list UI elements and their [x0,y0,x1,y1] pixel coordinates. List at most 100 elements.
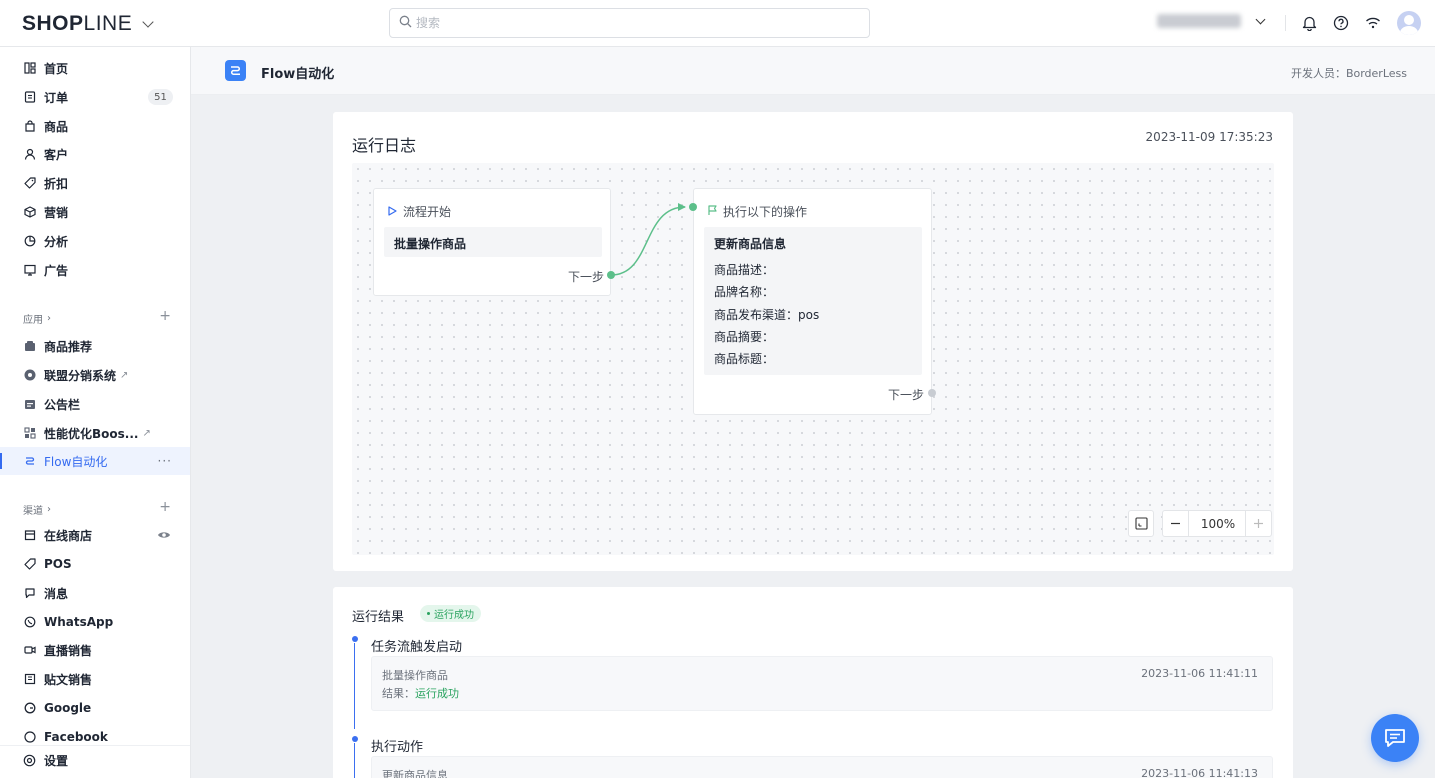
next-step-label: 下一步 [888,388,925,402]
sidebar-item-label: 折扣 [44,176,69,191]
step-time: 2023-11-06 11:41:13 [1141,767,1258,778]
more-options-icon[interactable]: ··· [158,454,172,468]
run-log-card: 运行日志 2023-11-09 17:35:23 流程开始 批量操作商品 下一步… [333,112,1293,571]
run-log-title: 运行日志 [352,136,417,155]
sidebar-item-whatsapp[interactable]: WhatsApp [0,608,190,636]
sidebar-item-label: 营销 [44,205,69,220]
avatar[interactable] [1397,11,1421,35]
flag-icon [708,204,717,219]
step-result: 结果：运行成功 [382,685,459,701]
node-body-title: 更新商品信息 [714,237,787,251]
affiliate-icon [23,369,36,382]
sidebar-item-label: 商品 [44,119,69,134]
sidebar-item-post-sales[interactable]: 贴文销售 [0,665,190,693]
timeline-step-title: 任务流触发启动 [371,640,463,655]
shopline-logo[interactable]: SHOPLINE [22,12,154,36]
developer-info: 开发人员：BorderLess [1290,67,1407,80]
flow-action-node[interactable]: 执行以下的操作 更新商品信息 商品描述： 品牌名称： 商品发布渠道：pos 商品… [693,188,932,415]
chevron-right-icon: › [47,504,51,515]
node-header: 执行以下的操作 [708,203,807,220]
sidebar-item-label: Flow自动化 [44,454,108,469]
google-icon [23,702,36,715]
sidebar-item-ads[interactable]: 广告 [0,256,190,284]
whatsapp-icon [23,616,36,629]
fit-view-button[interactable] [1128,510,1154,537]
sidebar-item-online-store[interactable]: 在线商店 [0,521,190,549]
sidebar-item-messages[interactable]: 消息 [0,579,190,607]
help-icon[interactable] [1331,13,1351,33]
sidebar-item-label: 性能优化Boos... [44,426,139,441]
field-summary: 商品摘要： [714,330,775,344]
add-channel-icon[interactable]: + [159,499,171,515]
sidebar-item-discounts[interactable]: 折扣 [0,169,190,197]
top-bar: SHOPLINE [0,0,1435,47]
bag-icon [23,120,36,133]
sidebar-item-analytics[interactable]: 分析 [0,227,190,255]
sidebar-item-affiliate[interactable]: 联盟分销系统 ↗ [0,361,190,389]
sidebar-item-label: 公告栏 [44,397,81,412]
sidebar-item-label: 分析 [44,234,69,249]
user-icon [23,148,36,161]
output-port[interactable] [607,271,615,279]
sidebar-item-label: Google [44,701,92,715]
performance-icon [23,427,36,440]
sidebar-item-pos[interactable]: POS [0,550,190,578]
run-result-title: 运行结果 [352,610,405,625]
sidebar-item-products[interactable]: 商品 [0,112,190,140]
search-input[interactable] [416,16,836,30]
store-name-blurred [1157,14,1241,28]
order-count-badge: 51 [148,89,173,105]
eye-icon[interactable] [157,529,171,543]
sidebar-item-label: 直播销售 [44,643,93,658]
flow-canvas[interactable]: 流程开始 批量操作商品 下一步 执行以下的操作 更新商品信息 商品描述： 品牌名… [352,163,1274,555]
flow-app-icon [225,60,246,81]
sidebar-item-performance[interactable]: 性能优化Boos... ↗ [0,419,190,447]
run-log-timestamp: 2023-11-09 17:35:23 [1145,130,1273,144]
sidebar-item-marketing[interactable]: 营销 [0,198,190,226]
sidebar-item-label: 首页 [44,61,69,76]
chevron-down-icon [142,16,154,28]
chat-button[interactable] [1371,714,1419,762]
sidebar-item-home[interactable]: 首页 [0,54,190,82]
marketing-icon [23,206,36,219]
search-icon [399,15,412,31]
store-switcher[interactable] [1157,14,1266,28]
step-name: 更新商品信息 [382,769,448,778]
field-brand: 品牌名称： [714,285,775,299]
timeline-dot [352,736,358,742]
zoom-in-button[interactable] [1245,511,1271,536]
apps-section-title[interactable]: 应用 › [23,311,51,326]
add-app-icon[interactable]: + [159,308,171,324]
order-icon [23,91,36,104]
search-box[interactable] [389,8,870,38]
sidebar-item-orders[interactable]: 订单 51 [0,83,190,111]
flow-start-node[interactable]: 流程开始 批量操作商品 下一步 [373,188,611,296]
post-icon [23,673,36,686]
facebook-icon [23,731,36,744]
timeline-line [354,643,355,729]
sidebar-item-product-recommend[interactable]: 商品推荐 [0,332,190,360]
chevron-down-icon [1255,14,1266,25]
section-label: 应用 [23,315,43,326]
node-body: 更新商品信息 商品描述： 品牌名称： 商品发布渠道：pos 商品摘要： 商品标题… [704,227,922,375]
wifi-icon[interactable] [1363,13,1383,33]
message-icon [23,587,36,600]
sidebar-item-live-sales[interactable]: 直播销售 [0,636,190,664]
sidebar-item-google[interactable]: Google [0,694,190,722]
sidebar-item-label: Facebook [44,730,108,744]
step-time: 2023-11-06 11:41:11 [1141,667,1258,680]
channels-section-title[interactable]: 渠道 › [23,502,51,517]
sidebar-item-label: 设置 [44,753,69,768]
input-port[interactable] [689,203,697,211]
next-step-label: 下一步 [568,270,605,284]
sidebar-item-notice[interactable]: 公告栏 [0,390,190,418]
sidebar-item-label: 广告 [44,263,69,278]
chevron-right-icon: › [47,313,51,324]
output-port[interactable] [928,389,936,397]
sidebar-item-settings[interactable]: 设置 [0,746,190,774]
sidebar-item-customers[interactable]: 客户 [0,140,190,168]
sidebar-item-flow[interactable]: Flow自动化 ··· [0,447,190,475]
result-value: 运行成功 [415,687,459,700]
zoom-out-button[interactable] [1163,511,1189,536]
bell-icon[interactable] [1299,13,1319,33]
